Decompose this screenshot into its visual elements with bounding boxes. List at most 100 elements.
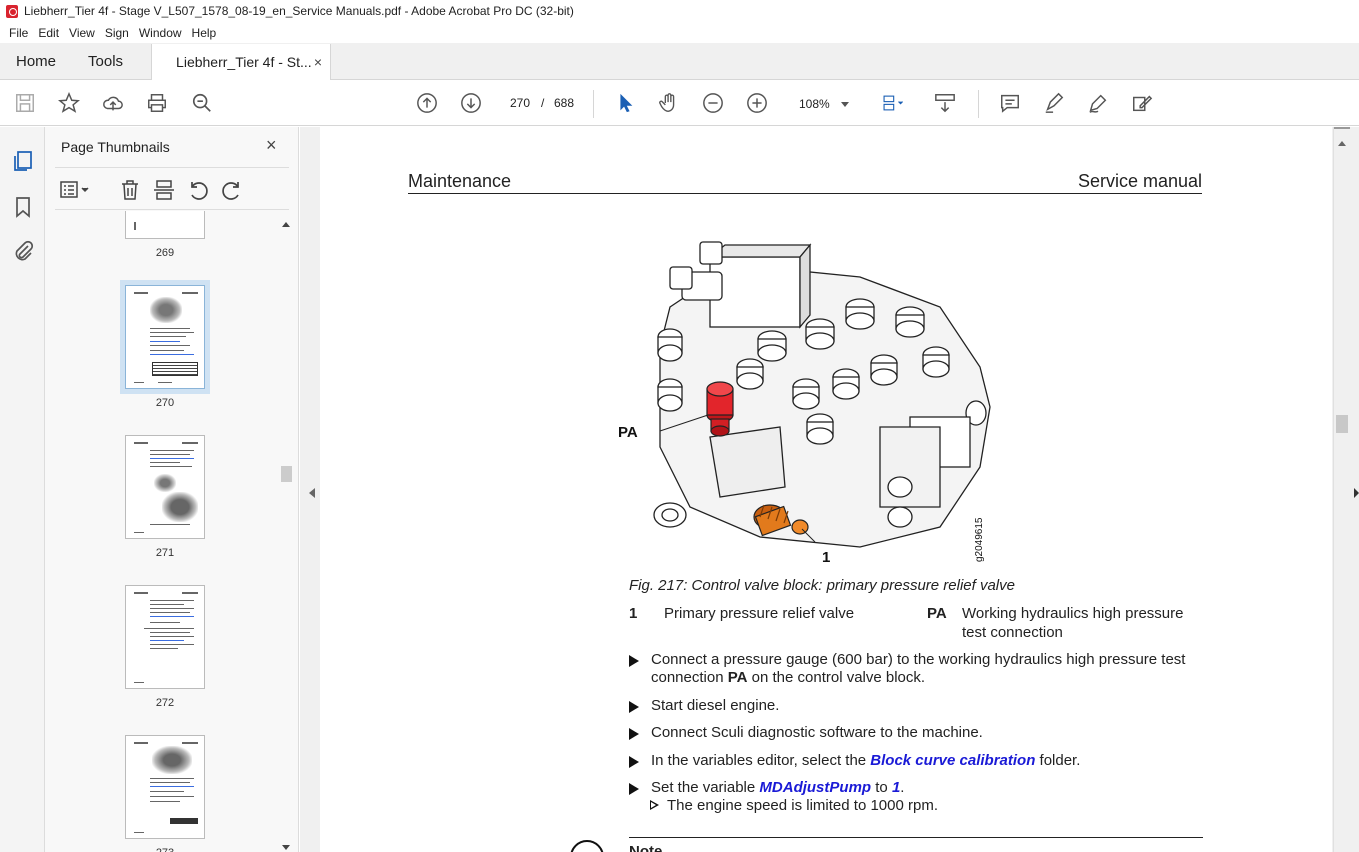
expand-right-panel-icon[interactable]	[1354, 488, 1359, 498]
tab-document[interactable]: Liebherr_Tier 4f - St... ×	[151, 44, 332, 80]
figure-caption: Fig. 217: Control valve block: primary p…	[629, 577, 1015, 594]
note-rule	[629, 837, 1203, 838]
comment-icon[interactable]	[998, 91, 1022, 115]
collapse-panel-icon[interactable]	[309, 488, 315, 498]
menu-help[interactable]: Help	[187, 26, 222, 40]
instruction-step: In the variables editor, select the Bloc…	[629, 752, 1209, 770]
window-title: Liebherr_Tier 4f - Stage V_L507_1578_08-…	[24, 4, 574, 18]
bookmark-icon[interactable]	[11, 195, 35, 219]
page-number-input[interactable]: 270	[502, 91, 538, 115]
bullet-arrow-icon	[629, 701, 639, 713]
folder-link[interactable]: Block curve calibration	[870, 752, 1035, 769]
document-tab-label: Liebherr_Tier 4f - St...	[176, 54, 312, 70]
step-bold: PA	[727, 669, 748, 686]
panel-title: Page Thumbnails	[61, 139, 170, 155]
menu-edit[interactable]: Edit	[33, 26, 64, 40]
highlight-icon[interactable]	[1042, 91, 1066, 115]
edit-icon[interactable]	[1130, 91, 1154, 115]
menu-view[interactable]: View	[64, 26, 100, 40]
delete-page-icon[interactable]	[119, 179, 141, 201]
figure-label-pa: PA	[618, 424, 638, 441]
fit-page-icon[interactable]	[877, 91, 909, 115]
close-panel-icon[interactable]: ×	[266, 135, 277, 156]
scroll-mode-icon[interactable]	[933, 91, 957, 115]
scroll-up-icon[interactable]	[282, 222, 290, 227]
step-text: to	[871, 779, 892, 796]
step-text: on the control valve block.	[747, 669, 926, 686]
page-header-right: Service manual	[1077, 171, 1202, 191]
star-icon[interactable]	[57, 91, 81, 115]
instruction-step: Set the variable MDAdjustPump to 1.	[629, 779, 1209, 797]
upload-icon[interactable]	[101, 91, 125, 115]
document-view: Maintenance Service manual PA 1 g2049615…	[300, 127, 1359, 852]
legend-key: PA	[927, 605, 947, 622]
tab-home[interactable]: Home	[0, 43, 72, 79]
thumbnail-scrollbar[interactable]	[280, 220, 292, 852]
thumbnail-label: 270	[155, 397, 175, 409]
thumbnail-page[interactable]	[125, 735, 205, 839]
title-bar: Liebherr_Tier 4f - Stage V_L507_1578_08-…	[0, 0, 1359, 22]
print-icon[interactable]	[145, 91, 169, 115]
tab-tools[interactable]: Tools	[72, 43, 139, 79]
page-separator: /	[541, 96, 545, 110]
variable-link[interactable]: MDAdjustPump	[759, 779, 871, 796]
menu-window[interactable]: Window	[134, 26, 187, 40]
page-header-left: Maintenance	[408, 171, 512, 191]
scroll-up-icon[interactable]	[1338, 141, 1346, 146]
tab-bar: Home Tools Liebherr_Tier 4f - St... ×	[0, 43, 1359, 80]
legend-key: 1	[629, 605, 638, 622]
thumbnail-page-selected[interactable]	[125, 285, 205, 389]
menu-sign[interactable]: Sign	[100, 26, 134, 40]
bullet-arrow-icon	[629, 655, 639, 667]
thumbnail-page[interactable]	[125, 435, 205, 539]
step-text: In the variables editor, select the	[651, 752, 871, 769]
note-info-icon	[570, 840, 604, 852]
page-up-icon[interactable]	[415, 91, 439, 115]
thumbnail-label: 273	[125, 847, 205, 852]
step-text: Set the variable	[651, 779, 760, 796]
zoom-out-icon[interactable]	[701, 91, 725, 115]
step-text: .	[900, 779, 905, 796]
rotate-right-icon[interactable]	[221, 179, 243, 201]
extract-page-icon[interactable]	[153, 179, 175, 201]
thumbnail-options-icon[interactable]	[59, 179, 91, 201]
step-text: Connect Sculi diagnostic software to the…	[651, 724, 983, 741]
menu-file[interactable]: File	[4, 26, 33, 40]
bullet-arrow-icon	[629, 783, 639, 795]
result-text: The engine speed is limited to 1000 rpm.	[667, 797, 938, 814]
note-label: Note	[629, 843, 663, 852]
document-scroll-thumb[interactable]	[1336, 415, 1348, 433]
thumbnail-label: 272	[155, 697, 175, 709]
scroll-down-icon[interactable]	[282, 845, 290, 850]
zoom-search-icon[interactable]	[190, 91, 214, 115]
thumbnail-label: 271	[155, 547, 175, 559]
sign-icon[interactable]	[1086, 91, 1110, 115]
legend-text: Working hydraulics high pressure	[962, 605, 1184, 622]
attachment-icon[interactable]	[11, 239, 35, 263]
pdf-page: Maintenance Service manual PA 1 g2049615…	[320, 127, 1332, 852]
thumbnail-scroll-thumb[interactable]	[281, 466, 292, 482]
figure-label-1: 1	[822, 549, 830, 566]
hand-icon[interactable]	[657, 91, 681, 115]
menu-bar: File Edit View Sign Window Help	[0, 22, 1359, 43]
zoom-select[interactable]: 108%	[788, 90, 858, 116]
thumbnail-page[interactable]	[125, 585, 205, 689]
instruction-step: Connect a pressure gauge (600 bar) to th…	[629, 651, 1209, 687]
legend-text: Primary pressure relief valve	[664, 605, 855, 622]
document-scrollbar[interactable]	[1333, 127, 1350, 852]
thumbnail-list: 269 270 271 272	[55, 211, 277, 852]
thumbnail-page[interactable]	[125, 211, 205, 239]
step-result: The engine speed is limited to 1000 rpm.	[650, 797, 938, 814]
instruction-step: Start diesel engine.	[629, 697, 1209, 715]
thumbnail-panel: Page Thumbnails × 269 270 271 272	[45, 127, 299, 852]
rotate-left-icon[interactable]	[187, 179, 209, 201]
chevron-down-icon	[841, 102, 849, 107]
page-thumbnails-icon[interactable]	[11, 149, 35, 173]
close-tab-icon[interactable]: ×	[314, 54, 322, 70]
save-icon[interactable]	[13, 91, 37, 115]
zoom-in-icon[interactable]	[745, 91, 769, 115]
thumbnail-label: 269	[155, 247, 175, 259]
page-down-icon[interactable]	[459, 91, 483, 115]
select-cursor-icon[interactable]	[613, 91, 637, 115]
control-valve-figure: PA 1 g2049615	[618, 241, 991, 566]
